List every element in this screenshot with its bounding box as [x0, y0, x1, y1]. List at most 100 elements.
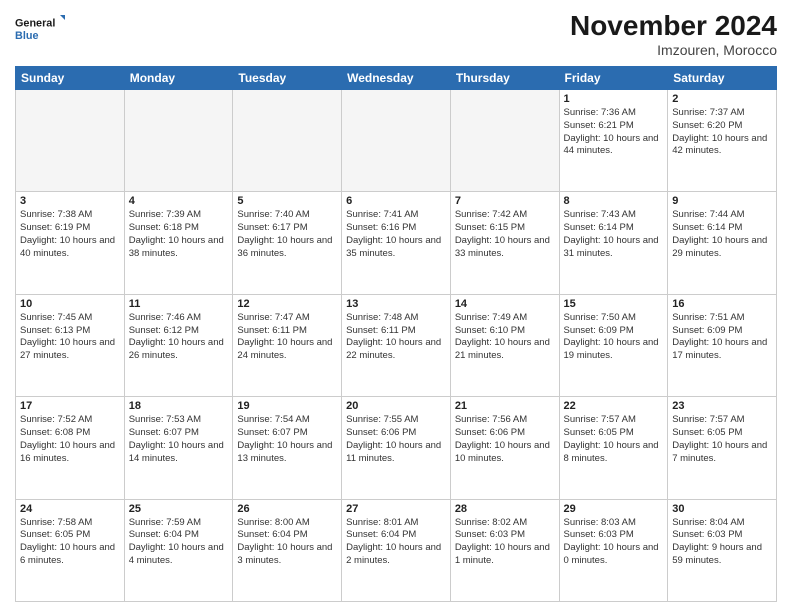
- day-number: 3: [20, 195, 120, 207]
- sunrise-text: Sunrise: 7:37 AM: [672, 107, 744, 118]
- calendar-cell: 6 Sunrise: 7:41 AM Sunset: 6:16 PM Dayli…: [342, 192, 451, 294]
- sunset-text: Sunset: 6:16 PM: [346, 222, 416, 233]
- calendar-cell: 3 Sunrise: 7:38 AM Sunset: 6:19 PM Dayli…: [16, 192, 125, 294]
- sunset-text: Sunset: 6:04 PM: [129, 529, 199, 540]
- day-number: 13: [346, 298, 446, 310]
- cell-content: Sunrise: 7:51 AM Sunset: 6:09 PM Dayligh…: [672, 312, 772, 363]
- sunset-text: Sunset: 6:11 PM: [346, 325, 416, 336]
- daylight-text: Daylight: 10 hours and 44 minutes.: [564, 133, 659, 157]
- sunrise-text: Sunrise: 7:50 AM: [564, 312, 636, 323]
- calendar-cell: [342, 90, 451, 192]
- day-number: 25: [129, 503, 229, 515]
- calendar-cell: 23 Sunrise: 7:57 AM Sunset: 6:05 PM Dayl…: [668, 397, 777, 499]
- daylight-text: Daylight: 10 hours and 22 minutes.: [346, 337, 441, 361]
- week-row-2: 3 Sunrise: 7:38 AM Sunset: 6:19 PM Dayli…: [16, 192, 777, 294]
- header: General Blue November 2024 Imzouren, Mor…: [15, 10, 777, 58]
- cell-content: Sunrise: 7:39 AM Sunset: 6:18 PM Dayligh…: [129, 209, 229, 260]
- sunrise-text: Sunrise: 7:52 AM: [20, 414, 92, 425]
- daylight-text: Daylight: 10 hours and 0 minutes.: [564, 542, 659, 566]
- cell-content: Sunrise: 8:01 AM Sunset: 6:04 PM Dayligh…: [346, 517, 446, 568]
- daylight-text: Daylight: 10 hours and 13 minutes.: [237, 440, 332, 464]
- sunrise-text: Sunrise: 7:47 AM: [237, 312, 309, 323]
- calendar-cell: 7 Sunrise: 7:42 AM Sunset: 6:15 PM Dayli…: [450, 192, 559, 294]
- calendar-cell: 30 Sunrise: 8:04 AM Sunset: 6:03 PM Dayl…: [668, 499, 777, 601]
- cell-content: Sunrise: 7:55 AM Sunset: 6:06 PM Dayligh…: [346, 414, 446, 465]
- sunrise-text: Sunrise: 7:46 AM: [129, 312, 201, 323]
- cell-content: Sunrise: 7:44 AM Sunset: 6:14 PM Dayligh…: [672, 209, 772, 260]
- month-title: November 2024: [570, 10, 777, 42]
- sunrise-text: Sunrise: 7:55 AM: [346, 414, 418, 425]
- calendar-cell: [124, 90, 233, 192]
- svg-text:General: General: [15, 18, 55, 30]
- daylight-text: Daylight: 10 hours and 10 minutes.: [455, 440, 550, 464]
- location-subtitle: Imzouren, Morocco: [570, 42, 777, 58]
- daylight-text: Daylight: 10 hours and 1 minute.: [455, 542, 550, 566]
- sunrise-text: Sunrise: 7:57 AM: [564, 414, 636, 425]
- sunrise-text: Sunrise: 7:41 AM: [346, 209, 418, 220]
- sunset-text: Sunset: 6:14 PM: [564, 222, 634, 233]
- sunrise-text: Sunrise: 7:58 AM: [20, 517, 92, 528]
- sunrise-text: Sunrise: 7:36 AM: [564, 107, 636, 118]
- daylight-text: Daylight: 10 hours and 29 minutes.: [672, 235, 767, 259]
- day-number: 1: [564, 93, 664, 105]
- sunset-text: Sunset: 6:03 PM: [564, 529, 634, 540]
- sunrise-text: Sunrise: 7:56 AM: [455, 414, 527, 425]
- daylight-text: Daylight: 10 hours and 36 minutes.: [237, 235, 332, 259]
- sunset-text: Sunset: 6:20 PM: [672, 120, 742, 131]
- cell-content: Sunrise: 7:57 AM Sunset: 6:05 PM Dayligh…: [564, 414, 664, 465]
- day-number: 18: [129, 400, 229, 412]
- cell-content: Sunrise: 8:00 AM Sunset: 6:04 PM Dayligh…: [237, 517, 337, 568]
- calendar-cell: 18 Sunrise: 7:53 AM Sunset: 6:07 PM Dayl…: [124, 397, 233, 499]
- daylight-text: Daylight: 10 hours and 40 minutes.: [20, 235, 115, 259]
- sunset-text: Sunset: 6:03 PM: [672, 529, 742, 540]
- cell-content: Sunrise: 7:53 AM Sunset: 6:07 PM Dayligh…: [129, 414, 229, 465]
- cell-content: Sunrise: 7:47 AM Sunset: 6:11 PM Dayligh…: [237, 312, 337, 363]
- calendar-cell: 5 Sunrise: 7:40 AM Sunset: 6:17 PM Dayli…: [233, 192, 342, 294]
- col-thursday: Thursday: [450, 67, 559, 90]
- sunrise-text: Sunrise: 7:38 AM: [20, 209, 92, 220]
- calendar-cell: 27 Sunrise: 8:01 AM Sunset: 6:04 PM Dayl…: [342, 499, 451, 601]
- week-row-5: 24 Sunrise: 7:58 AM Sunset: 6:05 PM Dayl…: [16, 499, 777, 601]
- cell-content: Sunrise: 8:04 AM Sunset: 6:03 PM Dayligh…: [672, 517, 772, 568]
- daylight-text: Daylight: 10 hours and 24 minutes.: [237, 337, 332, 361]
- calendar-cell: 10 Sunrise: 7:45 AM Sunset: 6:13 PM Dayl…: [16, 294, 125, 396]
- col-friday: Friday: [559, 67, 668, 90]
- logo: General Blue: [15, 10, 65, 50]
- cell-content: Sunrise: 8:03 AM Sunset: 6:03 PM Dayligh…: [564, 517, 664, 568]
- day-number: 7: [455, 195, 555, 207]
- daylight-text: Daylight: 10 hours and 27 minutes.: [20, 337, 115, 361]
- day-number: 28: [455, 503, 555, 515]
- sunrise-text: Sunrise: 8:04 AM: [672, 517, 744, 528]
- sunset-text: Sunset: 6:12 PM: [129, 325, 199, 336]
- daylight-text: Daylight: 10 hours and 17 minutes.: [672, 337, 767, 361]
- sunset-text: Sunset: 6:03 PM: [455, 529, 525, 540]
- cell-content: Sunrise: 7:41 AM Sunset: 6:16 PM Dayligh…: [346, 209, 446, 260]
- daylight-text: Daylight: 10 hours and 2 minutes.: [346, 542, 441, 566]
- calendar-cell: [450, 90, 559, 192]
- sunrise-text: Sunrise: 7:44 AM: [672, 209, 744, 220]
- sunset-text: Sunset: 6:07 PM: [129, 427, 199, 438]
- calendar-cell: 26 Sunrise: 8:00 AM Sunset: 6:04 PM Dayl…: [233, 499, 342, 601]
- day-number: 9: [672, 195, 772, 207]
- day-number: 11: [129, 298, 229, 310]
- sunrise-text: Sunrise: 7:40 AM: [237, 209, 309, 220]
- cell-content: Sunrise: 7:50 AM Sunset: 6:09 PM Dayligh…: [564, 312, 664, 363]
- sunrise-text: Sunrise: 7:57 AM: [672, 414, 744, 425]
- day-number: 17: [20, 400, 120, 412]
- calendar-cell: 9 Sunrise: 7:44 AM Sunset: 6:14 PM Dayli…: [668, 192, 777, 294]
- day-number: 26: [237, 503, 337, 515]
- calendar-header-row: Sunday Monday Tuesday Wednesday Thursday…: [16, 67, 777, 90]
- day-number: 19: [237, 400, 337, 412]
- calendar-cell: 4 Sunrise: 7:39 AM Sunset: 6:18 PM Dayli…: [124, 192, 233, 294]
- calendar-table: Sunday Monday Tuesday Wednesday Thursday…: [15, 66, 777, 602]
- day-number: 16: [672, 298, 772, 310]
- sunset-text: Sunset: 6:05 PM: [672, 427, 742, 438]
- sunrise-text: Sunrise: 7:54 AM: [237, 414, 309, 425]
- day-number: 27: [346, 503, 446, 515]
- daylight-text: Daylight: 10 hours and 14 minutes.: [129, 440, 224, 464]
- daylight-text: Daylight: 9 hours and 59 minutes.: [672, 542, 762, 566]
- cell-content: Sunrise: 7:58 AM Sunset: 6:05 PM Dayligh…: [20, 517, 120, 568]
- calendar-cell: [233, 90, 342, 192]
- cell-content: Sunrise: 7:38 AM Sunset: 6:19 PM Dayligh…: [20, 209, 120, 260]
- sunset-text: Sunset: 6:21 PM: [564, 120, 634, 131]
